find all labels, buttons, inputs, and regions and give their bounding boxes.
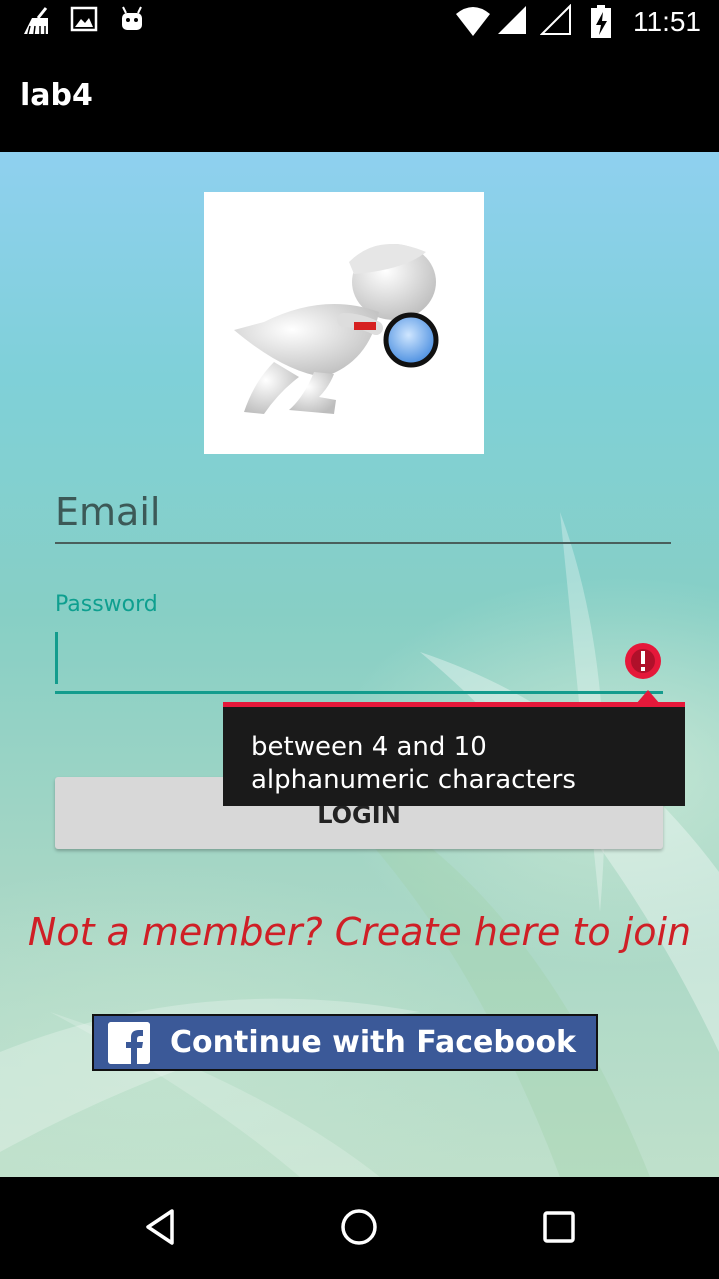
- password-input[interactable]: [55, 630, 663, 694]
- status-time: 11:51: [633, 6, 701, 37]
- detective-logo-image: [204, 192, 484, 454]
- password-error-tooltip: between 4 and 10 alphanumeric characters: [223, 702, 685, 806]
- image-icon: [70, 6, 98, 32]
- signal-empty-icon: [540, 4, 571, 35]
- navigation-bar: [0, 1177, 719, 1279]
- back-icon[interactable]: [136, 1203, 184, 1251]
- text-cursor: [55, 632, 58, 684]
- login-screen: Email Password LOGIN between 4 and 10 al…: [0, 152, 719, 1177]
- android-icon: [122, 6, 142, 30]
- password-label: Password: [55, 592, 158, 617]
- home-icon[interactable]: [335, 1203, 383, 1251]
- app-bar: lab4: [0, 48, 719, 152]
- facebook-icon: [108, 1022, 150, 1064]
- error-icon[interactable]: [622, 640, 664, 682]
- app-title: lab4: [20, 78, 93, 113]
- facebook-button-label: Continue with Facebook: [170, 1025, 577, 1060]
- signal-icon: [498, 6, 526, 34]
- password-error-text: between 4 and 10 alphanumeric characters: [251, 732, 576, 795]
- battery-charging-icon: [591, 5, 611, 38]
- cleaner-icon: [24, 7, 48, 35]
- status-bar: 11:51: [0, 0, 719, 48]
- signup-link[interactable]: Not a member? Create here to join: [0, 910, 719, 954]
- email-input[interactable]: Email: [55, 482, 671, 544]
- email-placeholder: Email: [55, 490, 161, 534]
- wifi-icon: [456, 7, 490, 36]
- facebook-login-button[interactable]: Continue with Facebook: [92, 1014, 598, 1071]
- recents-icon[interactable]: [535, 1203, 583, 1251]
